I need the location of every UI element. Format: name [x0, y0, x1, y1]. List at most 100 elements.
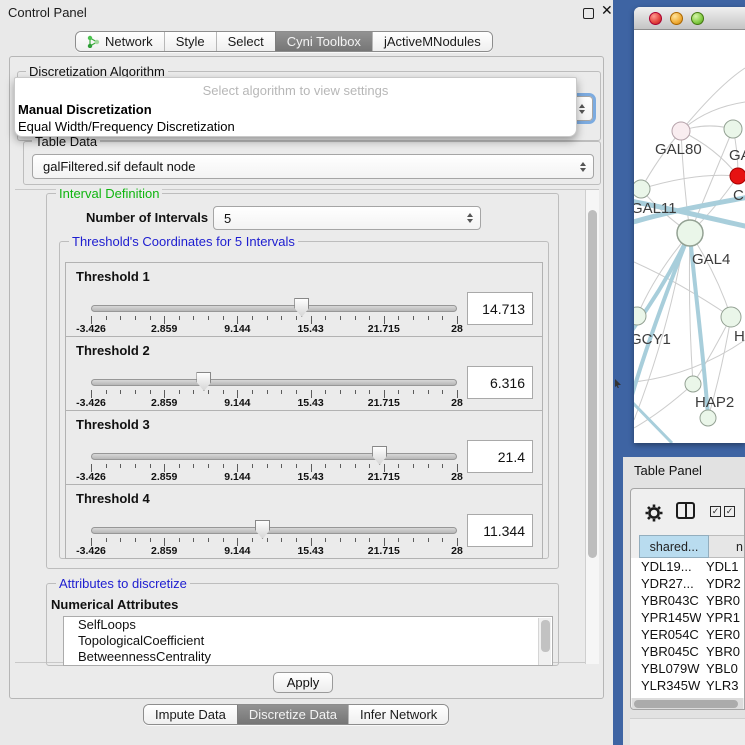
tab-infer-network[interactable]: Infer Network: [348, 705, 448, 724]
close-icon[interactable]: ✕: [601, 2, 613, 19]
cell-name: YBL0: [701, 661, 738, 676]
popup-option-equal-width-frequency[interactable]: Equal Width/Frequency Discretization: [18, 119, 235, 134]
minor-tick: [281, 316, 282, 320]
table-row[interactable]: YDL19...YDL1: [631, 558, 744, 575]
scrollbar-thumb[interactable]: [634, 700, 738, 708]
minor-tick: [120, 390, 121, 394]
minor-tick: [267, 390, 268, 394]
tab-network[interactable]: Network: [76, 32, 164, 51]
numerical-attributes-list[interactable]: SelfLoopsTopologicalCoefficientBetweenne…: [63, 616, 553, 666]
popup-option-manual-discretization[interactable]: Manual Discretization: [18, 102, 152, 117]
network-canvas[interactable]: GAL80GACGAL11GAL4GCY1HHAP2: [634, 30, 745, 443]
table-row[interactable]: YPR145WYPR1: [631, 609, 744, 626]
minor-tick: [340, 464, 341, 468]
slider-track[interactable]: [91, 379, 457, 386]
network-node-hap2[interactable]: [685, 376, 701, 392]
combo-stepper-icon: [467, 213, 473, 223]
horizontal-scrollbar[interactable]: [632, 698, 743, 709]
attribute-item[interactable]: SelfLoops: [64, 617, 552, 633]
table-row[interactable]: YER054CYER0: [631, 626, 744, 643]
float-window-icon[interactable]: [583, 8, 594, 19]
checkbox-checked-icon[interactable]: ✓: [724, 506, 735, 517]
threshold-value-field[interactable]: 14.713: [467, 292, 533, 325]
network-node-c[interactable]: [730, 168, 745, 184]
column-header-shared-name[interactable]: shared...: [639, 535, 709, 558]
network-node-ga[interactable]: [724, 120, 742, 138]
apply-button[interactable]: Apply: [273, 672, 333, 693]
table-row[interactable]: YLR345WYLR3: [631, 677, 744, 694]
minor-tick: [193, 316, 194, 320]
attribute-item[interactable]: TopologicalCoefficient: [64, 633, 552, 649]
minor-tick: [369, 316, 370, 320]
control-panel-title: Control Panel: [8, 5, 87, 20]
cell-shared-name: YBR043C: [631, 593, 701, 608]
slider-handle[interactable]: [196, 372, 211, 391]
minor-tick: [340, 316, 341, 320]
slider-track[interactable]: [91, 527, 457, 534]
attributes-group-label: Attributes to discretize: [56, 576, 190, 591]
popup-placeholder-option[interactable]: Select algorithm to view settings: [15, 83, 576, 98]
network-node[interactable]: [700, 410, 716, 426]
threshold-panel-4: Threshold 4 -3.4262.8599.14415.4321.7152…: [65, 484, 543, 559]
gear-icon[interactable]: [644, 503, 664, 523]
minor-tick: [369, 464, 370, 468]
slider-track[interactable]: [91, 305, 457, 312]
slider-handle[interactable]: [372, 446, 387, 465]
minor-tick: [398, 390, 399, 394]
checkbox-checked-icon[interactable]: ✓: [710, 506, 721, 517]
table-row[interactable]: YDR27...YDR2: [631, 575, 744, 592]
network-node-gal80[interactable]: [672, 122, 690, 140]
zoom-traffic-light-icon[interactable]: [691, 12, 704, 25]
table-row[interactable]: YBR043CYBR0: [631, 592, 744, 609]
cell-shared-name: YER054C: [631, 627, 701, 642]
algorithm-dropdown-popup: Select algorithm to view settings Manual…: [14, 77, 577, 137]
cell-name: YDL1: [701, 559, 739, 574]
minor-tick: [179, 390, 180, 394]
tab-discretize-data[interactable]: Discretize Data: [237, 705, 348, 724]
close-traffic-light-icon[interactable]: [649, 12, 662, 25]
threshold-label: Threshold 4: [76, 491, 150, 506]
minor-tick: [252, 538, 253, 542]
minor-tick: [179, 538, 180, 542]
threshold-value-field[interactable]: 11.344: [467, 514, 533, 547]
node-label: GAL4: [692, 251, 730, 268]
attributes-scrollbar[interactable]: [538, 618, 551, 666]
tab-impute-data[interactable]: Impute Data: [144, 705, 237, 724]
tick-label: 2.859: [151, 397, 177, 409]
attribute-item[interactable]: BetweennessCentrality: [64, 649, 552, 665]
tab-cyni-toolbox[interactable]: Cyni Toolbox: [275, 32, 372, 51]
tab-style[interactable]: Style: [164, 32, 216, 51]
scrollbar-thumb[interactable]: [541, 620, 550, 652]
minor-tick: [135, 390, 136, 394]
tab-select[interactable]: Select: [216, 32, 275, 51]
threshold-panel-2: Threshold 2 -3.4262.8599.14415.4321.7152…: [65, 336, 543, 411]
number-of-intervals-combobox[interactable]: 5: [213, 206, 481, 230]
cell-shared-name: YDR27...: [631, 576, 701, 591]
minor-tick: [267, 538, 268, 542]
table-data-combobox[interactable]: galFiltered.sif default node: [32, 154, 594, 179]
table-row[interactable]: YBL079WYBL0: [631, 660, 744, 677]
network-view-window[interactable]: GAL80GACGAL11GAL4GCY1HHAP2: [634, 7, 745, 443]
tab-jactivemnodules[interactable]: jActiveMNodules: [372, 32, 492, 51]
column-header-name[interactable]: n: [709, 535, 745, 558]
threshold-value-field[interactable]: 6.316: [467, 366, 533, 399]
threshold-value-field[interactable]: 21.4: [467, 440, 533, 473]
minor-tick: [296, 464, 297, 468]
minimize-traffic-light-icon[interactable]: [670, 12, 683, 25]
network-window-titlebar[interactable]: [634, 7, 745, 30]
minor-tick: [267, 464, 268, 468]
minor-tick: [120, 464, 121, 468]
scrollbar-thumb[interactable]: [588, 210, 597, 558]
network-node-gal11[interactable]: [634, 180, 650, 198]
network-node-h[interactable]: [721, 307, 741, 327]
table-row[interactable]: YBR045CYBR0: [631, 643, 744, 660]
columns-icon[interactable]: [676, 502, 695, 519]
minor-tick: [150, 316, 151, 320]
slider-handle[interactable]: [255, 520, 270, 539]
network-node-gal4[interactable]: [677, 220, 703, 246]
vertical-scrollbar[interactable]: [585, 190, 599, 664]
tick-label: 15.43: [297, 471, 323, 483]
slider-track[interactable]: [91, 453, 457, 460]
minor-tick: [325, 464, 326, 468]
slider-handle[interactable]: [294, 298, 309, 317]
